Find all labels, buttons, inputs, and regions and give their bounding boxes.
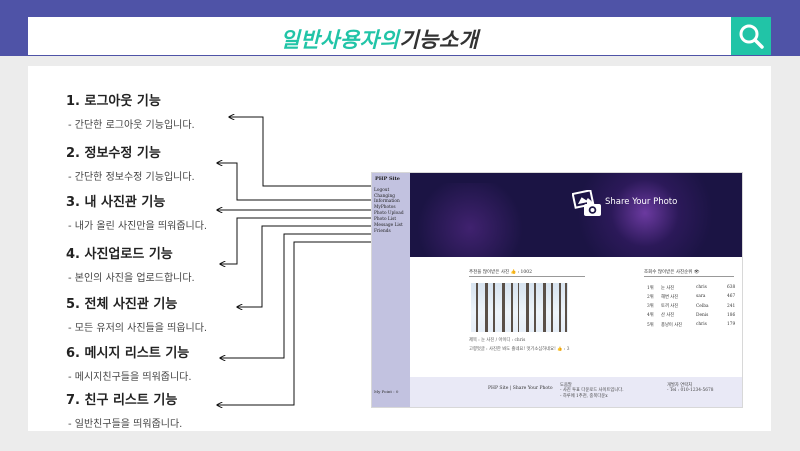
- table-row: 2위 해변 사진 sara 467: [647, 294, 736, 300]
- camera-icon: [572, 190, 601, 216]
- mock-recommend-label: 추천을 많이받은 사진: [469, 270, 510, 275]
- mock-recommend-count: 👍 : 1002: [510, 270, 532, 275]
- mock-menu-photo-upload[interactable]: Photo Upload: [372, 211, 410, 217]
- site-screenshot: PHP Site Logout Changing Information MyP…: [371, 172, 743, 408]
- mock-recommend-title: 추천을 많이받은 사진 👍 : 1002: [469, 269, 585, 277]
- mock-footer-help-line: - 하루에 1추천, 중복다운x: [560, 393, 608, 399]
- mock-recommended-photo[interactable]: [471, 283, 568, 332]
- mock-footer-help: 도움말 - 사진 투표 다운로드 사이트입니다. - 하루에 1추천, 중복다운…: [560, 383, 624, 399]
- mock-ranking-title: 조회수 많이받은 사진순위 👁: [644, 269, 734, 277]
- mock-footer-help-line: - 사진 투표 다운로드 사이트입니다.: [560, 388, 624, 394]
- mock-menu-message-list[interactable]: Message List: [372, 223, 410, 229]
- connector-photo-upload: [220, 217, 372, 264]
- mock-ranking-table: 1위 눈 사진 chris 638 2위 해변 사진 sara 467 3위 토끼 사진 Cel…: [647, 284, 735, 330]
- connector-message-list: [220, 233, 372, 358]
- mock-photo-comment: 고향멋글 : 사진한 봐도 즐네요! 멋기소심하네요! 👍 : 3: [469, 347, 570, 352]
- mock-menu-friends[interactable]: Friends: [372, 229, 410, 235]
- mock-footer-contact-phone: - Tel : 010-1234-5678: [667, 388, 714, 394]
- table-row: 4위 산 사진 Denis 186: [647, 312, 736, 319]
- mock-brand: PHP Site: [375, 176, 400, 182]
- mock-ranking-label: 조회수 많이받은 사진순위 👁: [644, 270, 700, 275]
- mock-photo-caption: 제목 : 눈 사진 / 아이디 : chris: [469, 338, 526, 343]
- table-row: 1위 눈 사진 chris 638: [647, 285, 736, 291]
- table-row: 3위 토끼 사진 Celba 241: [647, 303, 736, 310]
- mock-points: My Point : 0: [374, 389, 399, 394]
- mock-footer: PHP Site | Share Your Photo 도움말 - 사진 투표 …: [410, 377, 742, 407]
- mock-footer-contact: 개발자 연락처 - Tel : 010-1234-5678: [667, 383, 713, 394]
- mock-menu-myphotos[interactable]: MyPhotos: [372, 205, 410, 211]
- table-row: 5위 풍냥이 사진 chris 179: [647, 322, 736, 328]
- connector-logout: [229, 117, 372, 187]
- mock-footer-brand: PHP Site | Share Your Photo: [488, 386, 553, 391]
- connector-friend-list: [217, 241, 372, 405]
- connector-all-photos: [237, 225, 372, 307]
- mock-sidebar: PHP Site Logout Changing Information MyP…: [372, 173, 410, 407]
- mock-hero-text: Share Your Photo: [605, 197, 678, 207]
- mock-menu-photo-list[interactable]: Photo List: [372, 217, 410, 223]
- mock-hero: Share Your Photo: [410, 173, 742, 257]
- mock-menu-changing-information[interactable]: Changing Information: [372, 194, 410, 205]
- connector-edit-info: [217, 163, 372, 201]
